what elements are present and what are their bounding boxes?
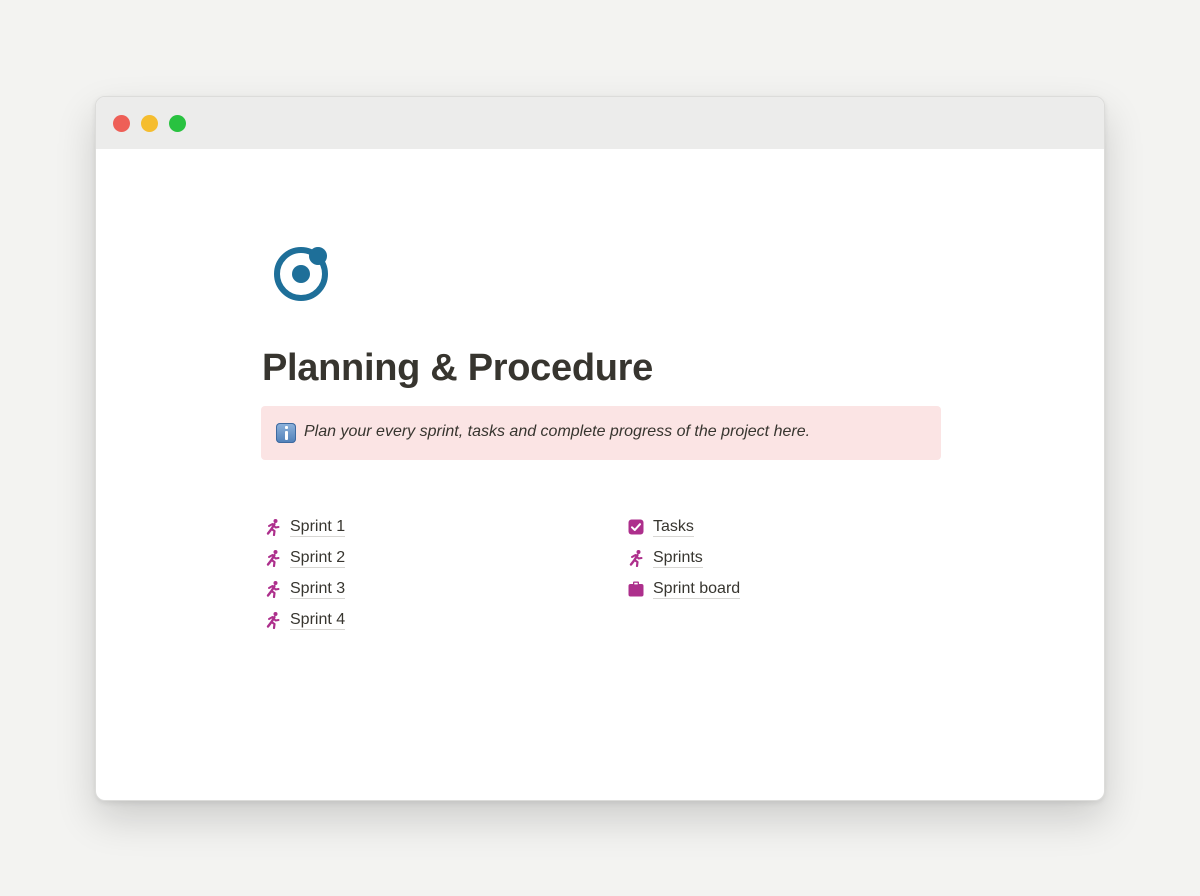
clipboard-icon	[628, 581, 644, 596]
window-titlebar	[96, 97, 1104, 149]
link-label: Sprint 1	[290, 517, 346, 537]
link-label: Tasks	[653, 517, 694, 537]
link-sprints[interactable]: Sprints	[627, 542, 740, 573]
link-label: Sprint 4	[290, 610, 346, 630]
running-person-icon	[266, 610, 280, 629]
link-sprint-3[interactable]: Sprint 3	[264, 573, 346, 604]
database-links-column: Tasks Sprints Sprint board	[627, 511, 741, 604]
link-tasks[interactable]: Tasks	[627, 511, 740, 542]
link-label: Sprint 2	[290, 548, 346, 568]
minimize-window-button[interactable]	[141, 115, 158, 132]
maximize-window-button[interactable]	[169, 115, 186, 132]
page-icon-dot	[309, 247, 327, 265]
link-sprint-1[interactable]: Sprint 1	[264, 511, 346, 542]
running-person-icon	[266, 548, 280, 567]
info-callout: Plan your every sprint, tasks and comple…	[261, 406, 941, 460]
page-icon-core	[292, 265, 310, 283]
link-sprint-4[interactable]: Sprint 4	[264, 604, 346, 635]
sprint-links-column: Sprint 1 Sprint 2 Sprint 3 Sprint 4	[264, 511, 346, 635]
running-person-icon	[266, 517, 280, 536]
page-title: Planning & Procedure	[262, 347, 653, 389]
callout-text: Plan your every sprint, tasks and comple…	[304, 423, 811, 440]
link-label: Sprint 3	[290, 579, 346, 599]
link-sprint-board[interactable]: Sprint board	[627, 573, 741, 604]
checkbox-icon	[628, 519, 644, 534]
ring-target-icon[interactable]	[272, 243, 332, 303]
link-label: Sprints	[653, 548, 703, 568]
info-icon	[276, 423, 296, 443]
running-person-icon	[629, 548, 643, 567]
link-sprint-2[interactable]: Sprint 2	[264, 542, 346, 573]
link-label: Sprint board	[653, 579, 741, 599]
browser-window: Planning & Procedure Plan your every spr…	[95, 96, 1105, 801]
running-person-icon	[266, 579, 280, 598]
close-window-button[interactable]	[113, 115, 130, 132]
